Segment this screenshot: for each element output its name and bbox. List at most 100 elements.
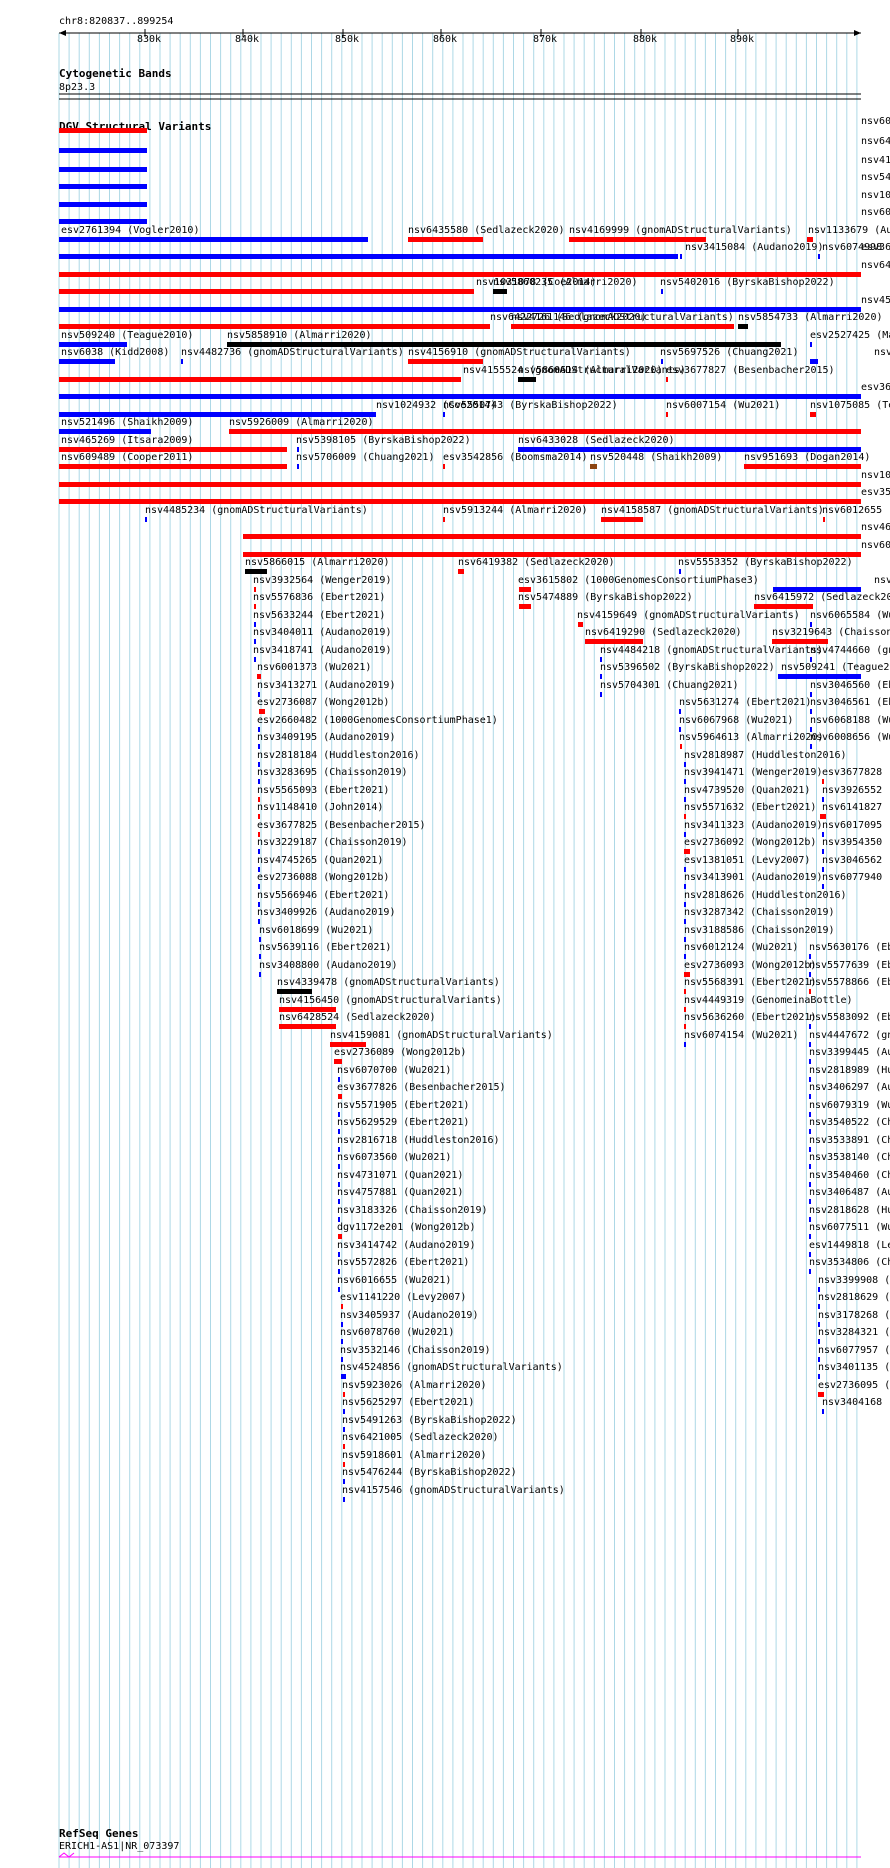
dgv-feature-label[interactable]: nsv5578866 (Ebert2021) <box>809 977 890 988</box>
dgv-feature[interactable]: nsv5492134 (ByrskaBishop2022) <box>59 172 890 189</box>
dgv-feature-bar[interactable] <box>259 709 265 714</box>
dgv-feature[interactable]: esv2736088 (Wong2012b) <box>257 872 389 889</box>
dgv-feature[interactable]: nsv2818628 (Huddleston2016) <box>809 1205 890 1222</box>
dgv-feature-label[interactable]: nsv3046561 (Ebert2021) <box>810 697 890 708</box>
dgv-feature[interactable]: nsv6074998 (Wu2021) <box>818 242 890 259</box>
dgv-feature[interactable]: nsv6007154 (Wu2021) <box>666 400 780 417</box>
dgv-feature-label[interactable]: nsv3409195 (Audano2019) <box>257 732 395 743</box>
dgv-feature[interactable]: nsv609489 (Cooper2011) <box>59 452 287 469</box>
dgv-feature-label[interactable]: nsv3533891 (Chaisson2019) <box>809 1135 890 1146</box>
dgv-feature-label[interactable]: esv2736095 (Wong2012b) <box>818 1380 890 1391</box>
dgv-feature-bar[interactable] <box>820 814 826 819</box>
dgv-feature[interactable]: nsv4159081 (gnomADStructuralVariants) <box>330 1030 553 1047</box>
dgv-feature-bar[interactable] <box>341 1374 346 1379</box>
dgv-feature[interactable]: nsv5402016 (ByrskaBishop2022) <box>660 277 835 294</box>
dgv-feature-label[interactable]: nsv509241 (Teague2010) <box>781 662 890 673</box>
dgv-feature[interactable]: nsv4166457 (gnomADStructuralVariants) <box>773 575 890 592</box>
dgv-feature-bar[interactable] <box>59 289 474 294</box>
dgv-feature-label[interactable]: nsv6074998 (Wu2021) <box>822 242 890 253</box>
dgv-feature[interactable]: nsv4744660 (gnomADStructuralVariants) <box>810 645 890 662</box>
dgv-feature[interactable]: nsv509241 (Teague2010) <box>778 662 890 679</box>
dgv-feature-bar[interactable] <box>822 779 824 784</box>
dgv-feature-label[interactable]: nsv609472 (Cooper2011) <box>861 207 890 218</box>
dgv-feature-label[interactable]: esv2660482 (1000GenomesConsortiumPhase1) <box>257 715 498 726</box>
dgv-feature-label[interactable]: nsv6415972 (Sedlazeck2020) <box>754 592 890 603</box>
dgv-feature-label[interactable]: nsv6038 (Kidd2008) <box>61 347 169 358</box>
dgv-feature-bar[interactable] <box>809 1164 811 1169</box>
dgv-feature-label[interactable]: nsv3406487 (Audano2019) <box>809 1187 890 1198</box>
dgv-feature-label[interactable]: nsv5636260 (Ebert2021) <box>684 1012 816 1023</box>
dgv-feature-bar[interactable] <box>338 1234 342 1239</box>
dgv-feature[interactable]: nsv6001373 (Wu2021) <box>257 662 371 679</box>
dgv-feature-bar[interactable] <box>822 1409 824 1414</box>
dgv-feature-bar[interactable] <box>810 412 816 417</box>
dgv-feature-label[interactable]: esv2736088 (Wong2012b) <box>257 872 389 883</box>
dgv-feature-label[interactable]: nsv6012655 (Wu2021) <box>822 505 890 516</box>
dgv-feature[interactable]: nsv3404011 (Audano2019) <box>253 627 391 644</box>
dgv-feature-bar[interactable] <box>259 972 261 977</box>
dgv-feature-label[interactable]: nsv2818184 (Huddleston2016) <box>257 750 420 761</box>
dgv-feature-label[interactable]: esv3615802 (1000GenomesConsortiumPhase3) <box>518 575 759 586</box>
dgv-feature-label[interactable]: nsv2818628 (Huddleston2016) <box>809 1205 890 1216</box>
dgv-feature-bar[interactable] <box>59 148 147 153</box>
dgv-feature[interactable]: nsv3926552 (Wenger2019) <box>822 785 890 802</box>
dgv-feature[interactable]: nsv6417867 (Sedlazeck2020) <box>59 136 890 153</box>
dgv-feature[interactable]: nsv6070700 (Wu2021) <box>337 1065 451 1082</box>
dgv-feature-label[interactable]: nsv6419290 (Sedlazeck2020) <box>585 627 742 638</box>
dgv-feature-label[interactable]: nsv6001373 (Wu2021) <box>257 662 371 673</box>
dgv-feature-label[interactable]: nsv3538140 (Chaisson2019) <box>809 1152 890 1163</box>
dgv-feature-bar[interactable] <box>818 254 820 259</box>
dgv-feature[interactable]: nsv2818626 (Huddleston2016) <box>684 890 847 907</box>
dgv-feature[interactable]: nsv3409195 (Audano2019) <box>257 732 395 749</box>
dgv-feature-bar[interactable] <box>59 377 461 382</box>
dgv-feature-label[interactable]: nsv4524749 (gnomADStructuralVariants) <box>861 295 890 306</box>
dgv-feature-bar[interactable] <box>684 919 686 924</box>
dgv-feature[interactable]: nsv6141827 (Wu2021) <box>820 802 890 819</box>
dgv-feature[interactable]: esv1381051 (Levy2007) <box>684 855 810 872</box>
dgv-feature[interactable]: nsv5578866 (Ebert2021) <box>809 977 890 994</box>
dgv-feature-label[interactable]: nsv6018699 (Wu2021) <box>259 925 373 936</box>
dgv-feature[interactable]: nsv6421005 (Sedlazeck2020) <box>342 1432 499 1449</box>
dgv-feature-label[interactable]: nsv5926009 (Almarri2020) <box>229 417 374 428</box>
dgv-feature[interactable]: nsv6008656 (Wu2021) <box>810 732 890 749</box>
dgv-feature-label[interactable]: nsv2818626 (Huddleston2016) <box>684 890 847 901</box>
dgv-feature-label[interactable]: nsv3413901 (Audano2019) <box>684 872 822 883</box>
dgv-feature-label[interactable]: nsv4484218 (gnomADStructuralVariants) <box>600 645 823 656</box>
dgv-feature[interactable]: nsv5583092 (Ebert2021) <box>809 1012 890 1029</box>
dgv-feature-label[interactable]: nsv5396502 (ByrskaBishop2022) <box>600 662 775 673</box>
dgv-feature-label[interactable]: nsv5398105 (ByrskaBishop2022) <box>296 435 471 446</box>
dgv-feature-label[interactable]: nsv3219643 (Chaisson2019) <box>772 627 890 638</box>
dgv-feature-label[interactable]: nsv4447672 (gnomADStructuralVariants) <box>809 1030 890 1041</box>
cytoband-track[interactable]: Cytogenetic Bands 8p23.3 <box>59 67 861 100</box>
dgv-feature-bar[interactable] <box>408 359 483 364</box>
dgv-feature-bar[interactable] <box>600 674 602 679</box>
dgv-feature-label[interactable]: esv3615801 (1000GenomesConsortiumPhase3) <box>861 382 890 393</box>
dgv-feature-label[interactable]: nsv5550743 (ByrskaBishop2022) <box>443 400 618 411</box>
dgv-feature-label[interactable]: nsv3404011 (Audano2019) <box>253 627 391 638</box>
dgv-feature-label[interactable]: nsv6065584 (Wu2021) <box>810 610 890 621</box>
dgv-feature-bar[interactable] <box>343 1479 345 1484</box>
dgv-feature-bar[interactable] <box>661 359 663 364</box>
dgv-feature-label[interactable]: esv1449818 (Levy2007) <box>809 1240 890 1251</box>
dgv-feature-label[interactable]: nsv3954350 (Wenger2019) <box>822 837 890 848</box>
dgv-feature-bar[interactable] <box>684 1024 686 1029</box>
dgv-feature-label[interactable]: nsv3408800 (Audano2019) <box>259 960 397 971</box>
dgv-feature-label[interactable]: nsv3287342 (Chaisson2019) <box>684 907 835 918</box>
dgv-feature-label[interactable]: nsv6419382 (Sedlazeck2020) <box>458 557 615 568</box>
dgv-feature[interactable]: nsv4757881 (Quan2021) <box>337 1187 463 1204</box>
dgv-feature[interactable]: esv2660482 (1000GenomesConsortiumPhase1) <box>257 715 498 732</box>
dgv-feature-bar[interactable] <box>145 517 147 522</box>
dgv-feature-label[interactable]: nsv6417867 (Sedlazeck2020) <box>861 136 890 147</box>
dgv-feature-label[interactable]: nsv1133679 (Audano2019) <box>808 225 890 236</box>
dgv-feature-label[interactable]: nsv1148410 (John2014) <box>257 802 383 813</box>
dgv-feature-label[interactable]: nsv5633244 (Ebert2021) <box>253 610 385 621</box>
dgv-feature-bar[interactable] <box>59 202 147 207</box>
dgv-feature[interactable]: nsv5913244 (Almarri2020) <box>443 505 588 522</box>
dgv-feature-bar[interactable] <box>680 254 682 259</box>
dgv-feature-bar[interactable] <box>341 1339 343 1344</box>
dgv-feature-label[interactable]: nsv5639116 (Ebert2021) <box>259 942 391 953</box>
dgv-feature-label[interactable]: esv2527425 (Matsuzaki2009) <box>810 330 890 341</box>
dgv-feature-bar[interactable] <box>684 1042 686 1047</box>
dgv-feature-label[interactable]: nsv3229187 (Chaisson2019) <box>257 837 408 848</box>
dgv-feature-bar[interactable] <box>341 1304 343 1309</box>
